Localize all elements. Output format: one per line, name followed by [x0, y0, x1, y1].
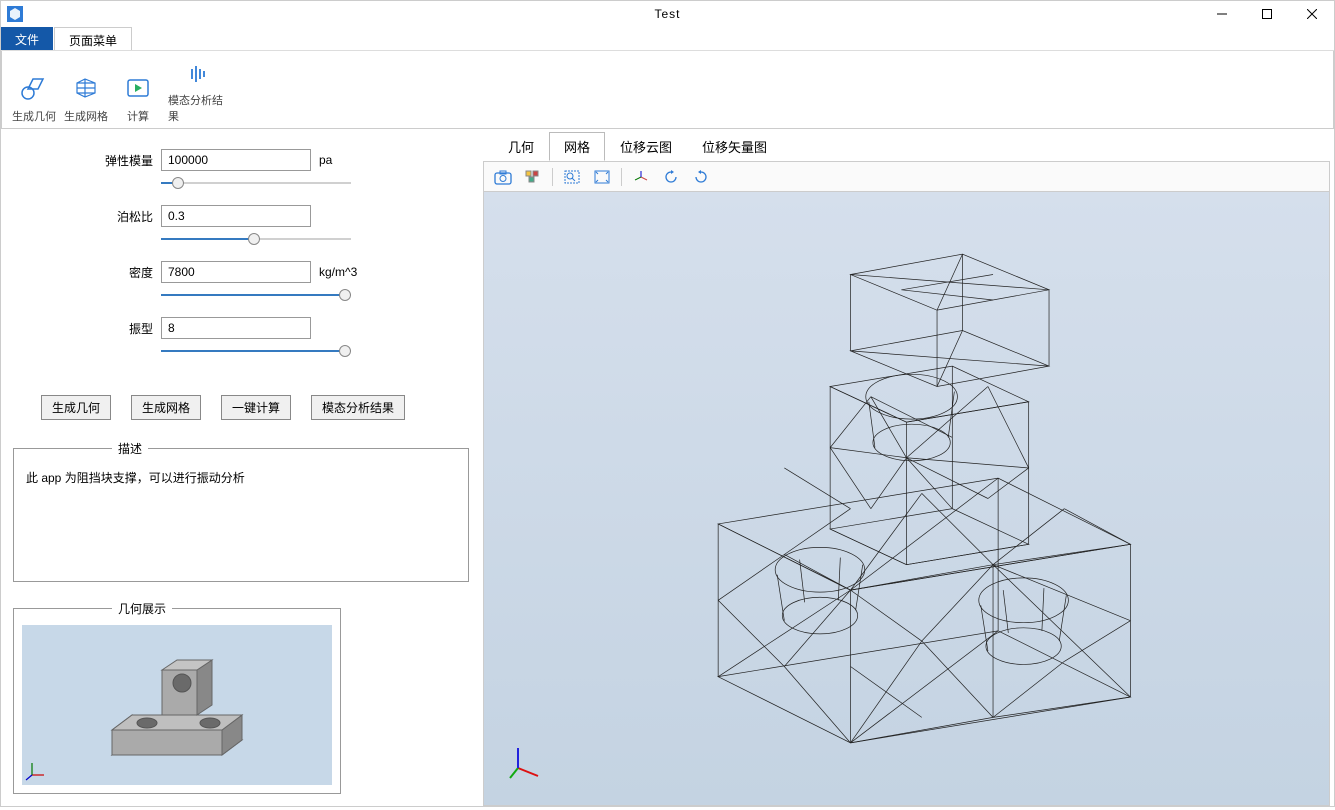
minimize-button[interactable] — [1199, 1, 1244, 27]
elastic-label: 弹性模量 — [103, 152, 153, 169]
elastic-input[interactable] — [161, 149, 311, 171]
mode-label: 振型 — [103, 320, 153, 337]
description-legend: 描述 — [112, 440, 148, 457]
select-icon[interactable] — [520, 165, 546, 189]
axis-gizmo-icon — [504, 742, 544, 785]
ribbon: 生成几何 生成网格 计算 模态分析结果 — [1, 51, 1334, 129]
ribbon-modal-result[interactable]: 模态分析结果 — [166, 55, 230, 126]
menu-page[interactable]: 页面菜单 — [54, 27, 132, 50]
screenshot-icon[interactable] — [490, 165, 516, 189]
compute-all-button[interactable]: 一键计算 — [221, 395, 291, 420]
rotate-right-icon[interactable] — [688, 165, 714, 189]
description-text: 此 app 为阻挡块支撑，可以进行振动分析 — [22, 465, 460, 573]
poisson-slider[interactable] — [161, 231, 351, 247]
elastic-slider[interactable] — [161, 175, 351, 191]
description-group: 描述 此 app 为阻挡块支撑，可以进行振动分析 — [13, 440, 469, 582]
poisson-label: 泊松比 — [103, 208, 153, 225]
zoom-box-icon[interactable] — [559, 165, 585, 189]
modal-result-button[interactable]: 模态分析结果 — [311, 395, 405, 420]
menu-file[interactable]: 文件 — [1, 27, 53, 50]
density-slider[interactable] — [161, 287, 351, 303]
titlebar: Test — [1, 1, 1334, 27]
window-controls — [1199, 1, 1334, 27]
elastic-unit: pa — [319, 153, 332, 167]
mesh-icon — [70, 72, 102, 104]
default-view-icon[interactable] — [628, 165, 654, 189]
modal-result-icon — [182, 59, 214, 88]
gen-mesh-button[interactable]: 生成网格 — [131, 395, 201, 420]
app-icon — [5, 4, 25, 24]
tab-disp-cloud[interactable]: 位移云图 — [605, 132, 687, 161]
tab-mesh[interactable]: 网格 — [549, 132, 605, 161]
poisson-input[interactable] — [161, 205, 311, 227]
gen-geometry-button[interactable]: 生成几何 — [41, 395, 111, 420]
menubar: 文件 页面菜单 — [1, 27, 1334, 51]
canvas-3d-view[interactable] — [483, 191, 1330, 806]
view-toolbar — [483, 161, 1330, 191]
zoom-extents-icon[interactable] — [589, 165, 615, 189]
ribbon-compute[interactable]: 计算 — [114, 55, 162, 126]
compute-icon — [122, 72, 154, 104]
preview-group: 几何展示 — [13, 600, 341, 794]
geometry-icon — [18, 72, 50, 104]
preview-legend: 几何展示 — [112, 600, 172, 617]
left-panel: 弹性模量 pa 泊松比 密度 kg/m^3 — [1, 129, 481, 810]
window-title: Test — [1, 7, 1334, 21]
density-label: 密度 — [103, 264, 153, 281]
tab-disp-vector[interactable]: 位移矢量图 — [687, 132, 782, 161]
rotate-left-icon[interactable] — [658, 165, 684, 189]
right-panel: 几何 网格 位移云图 位移矢量图 — [481, 129, 1334, 810]
close-button[interactable] — [1289, 1, 1334, 27]
mode-slider[interactable] — [161, 343, 351, 359]
ribbon-gen-mesh[interactable]: 生成网格 — [62, 55, 110, 126]
view-tabs: 几何 网格 位移云图 位移矢量图 — [483, 131, 1330, 161]
maximize-button[interactable] — [1244, 1, 1289, 27]
tab-geometry[interactable]: 几何 — [493, 132, 549, 161]
mode-input[interactable] — [161, 317, 311, 339]
density-input[interactable] — [161, 261, 311, 283]
geometry-preview[interactable] — [22, 625, 332, 785]
density-unit: kg/m^3 — [319, 265, 357, 279]
ribbon-gen-geometry[interactable]: 生成几何 — [10, 55, 58, 126]
